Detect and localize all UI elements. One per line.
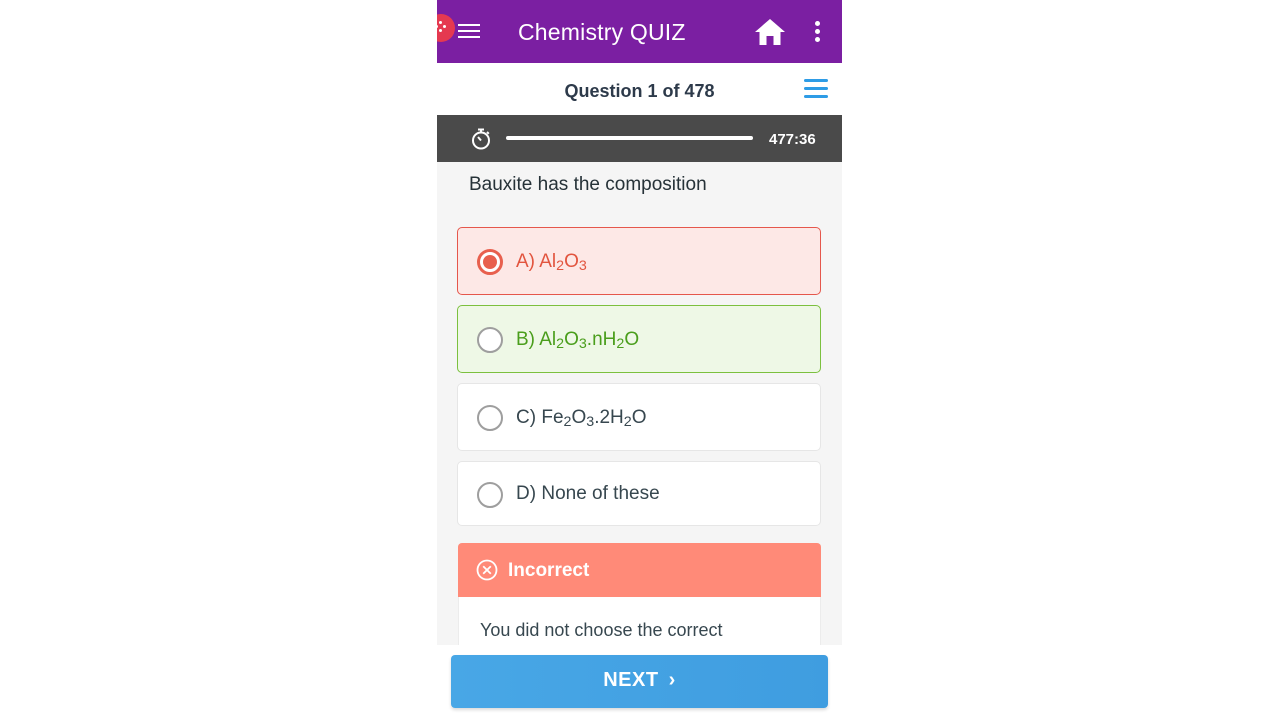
radio-unselected-icon[interactable] (477, 405, 503, 431)
timer-bar: 477:36 (437, 115, 842, 162)
stopwatch-icon (472, 128, 490, 150)
radio-selected-icon[interactable] (477, 249, 503, 275)
timer-value: 477:36 (769, 131, 816, 148)
app-title: Chemistry QUIZ (518, 19, 686, 45)
app-bar: Chemistry QUIZ (437, 0, 842, 63)
radio-unselected-icon[interactable] (477, 482, 503, 508)
timer-progress (506, 136, 753, 140)
screen-record-indicator (437, 14, 455, 42)
feedback-header: Incorrect (458, 543, 821, 597)
option-b-text: B) Al2O3.nH2O (516, 329, 640, 352)
question-list-icon[interactable] (804, 78, 828, 98)
option-b[interactable]: B) Al2O3.nH2O (457, 305, 821, 373)
home-icon[interactable] (754, 17, 786, 47)
menu-icon[interactable] (458, 22, 480, 40)
next-button-label: NEXT › (603, 669, 676, 691)
radio-unselected-icon[interactable] (477, 327, 503, 353)
bottom-bar: NEXT › (437, 645, 842, 720)
question-text: Bauxite has the composition (469, 174, 707, 195)
feedback-message: You did not choose the correct (480, 620, 723, 640)
timer-progress-fill (506, 136, 753, 140)
option-d[interactable]: D) None of these (457, 461, 821, 526)
question-counter: Question 1 of 478 (564, 81, 715, 101)
close-circle-icon (476, 559, 498, 581)
option-c[interactable]: C) Fe2O3.2H2O (457, 383, 821, 451)
quiz-screen: Chemistry QUIZ Question 1 of 478 477:36 … (437, 0, 842, 720)
option-d-text: D) None of these (516, 483, 660, 504)
option-c-text: C) Fe2O3.2H2O (516, 407, 647, 430)
question-header: Question 1 of 478 (437, 63, 842, 115)
option-a[interactable]: A) Al2O3 (457, 227, 821, 295)
option-a-text: A) Al2O3 (516, 251, 587, 274)
feedback-title: Incorrect (508, 560, 590, 581)
more-vert-icon[interactable] (809, 20, 825, 44)
chevron-right-icon: › (668, 669, 676, 691)
next-button[interactable]: NEXT › (451, 655, 828, 708)
